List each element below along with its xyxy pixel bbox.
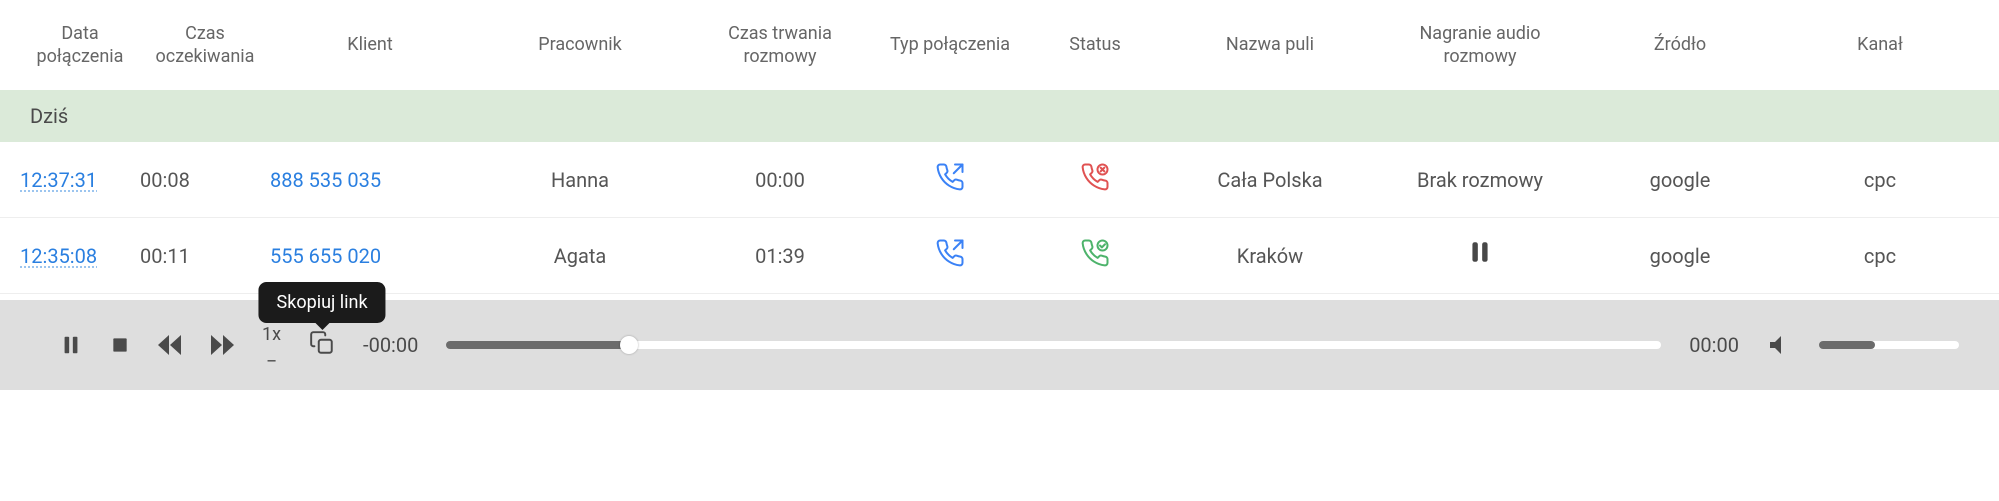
employee-name: Hanna: [470, 168, 690, 192]
elapsed-time: -00:00: [363, 333, 418, 357]
pause-button[interactable]: [60, 334, 82, 356]
pool-name: Cała Polska: [1160, 168, 1380, 192]
audio-player: 1x _ Skopiuj link -00:00 00:00: [0, 300, 1999, 390]
remaining-time: 00:00: [1689, 333, 1739, 357]
seek-fill: [446, 341, 628, 349]
call-time-link[interactable]: 12:37:31: [20, 168, 97, 192]
recording-cell: [1380, 239, 1580, 272]
rewind-button[interactable]: [158, 335, 182, 355]
speed-underline: _: [267, 345, 275, 365]
channel-cell: cpc: [1780, 244, 1980, 268]
col-pool: Nazwa puli: [1160, 33, 1380, 56]
call-duration: 01:39: [690, 244, 870, 268]
call-type-cell: [870, 162, 1030, 197]
volume-bar[interactable]: [1819, 341, 1959, 349]
wait-time: 00:11: [140, 244, 270, 268]
speed-value: 1x: [262, 325, 281, 345]
col-recording: Nagranie audio rozmowy: [1380, 22, 1580, 69]
status-cell: [1030, 162, 1160, 197]
call-log-table: Data połączenia Czas oczekiwania Klient …: [0, 0, 1999, 390]
channel-cell: cpc: [1780, 168, 1980, 192]
recording-cell: Brak rozmowy: [1380, 168, 1580, 192]
col-status: Status: [1030, 33, 1160, 56]
pool-name: Kraków: [1160, 244, 1380, 268]
call-duration: 00:00: [690, 168, 870, 192]
table-header-row: Data połączenia Czas oczekiwania Klient …: [0, 0, 1999, 90]
call-type-cell: [870, 238, 1030, 273]
date-group-today: Dziś: [0, 90, 1999, 142]
play-recording-button[interactable]: [1467, 239, 1493, 272]
wait-time: 00:08: [140, 168, 270, 192]
source-cell: google: [1580, 244, 1780, 268]
col-wait: Czas oczekiwania: [140, 22, 270, 69]
client-phone-link[interactable]: 888 535 035: [270, 168, 381, 192]
col-date: Data połączenia: [20, 22, 140, 69]
col-source: Źródło: [1580, 33, 1780, 56]
phone-outgoing-icon: [935, 162, 965, 197]
status-cell: [1030, 238, 1160, 273]
forward-button[interactable]: [210, 335, 234, 355]
client-phone-link[interactable]: 555 655 020: [270, 244, 381, 268]
col-client: Klient: [270, 33, 470, 56]
col-employee: Pracownik: [470, 33, 690, 56]
seek-bar[interactable]: [446, 341, 1661, 349]
phone-outgoing-icon: [935, 238, 965, 273]
volume-fill: [1819, 341, 1875, 349]
copy-link-tooltip: Skopiuj link: [259, 282, 386, 323]
table-row: 12:37:31 00:08 888 535 035 Hanna 00:00 C…: [0, 142, 1999, 218]
volume-icon[interactable]: [1767, 333, 1791, 357]
source-cell: google: [1580, 168, 1780, 192]
col-calltype: Typ połączenia: [870, 33, 1030, 56]
phone-answered-icon: [1080, 238, 1110, 273]
playback-speed[interactable]: 1x _: [262, 325, 281, 365]
seek-handle[interactable]: [620, 336, 638, 354]
phone-missed-icon: [1080, 162, 1110, 197]
call-time-link[interactable]: 12:35:08: [20, 244, 97, 268]
stop-button[interactable]: [110, 335, 130, 355]
col-duration: Czas trwania rozmowy: [690, 22, 870, 69]
employee-name: Agata: [470, 244, 690, 268]
col-channel: Kanał: [1780, 33, 1980, 56]
